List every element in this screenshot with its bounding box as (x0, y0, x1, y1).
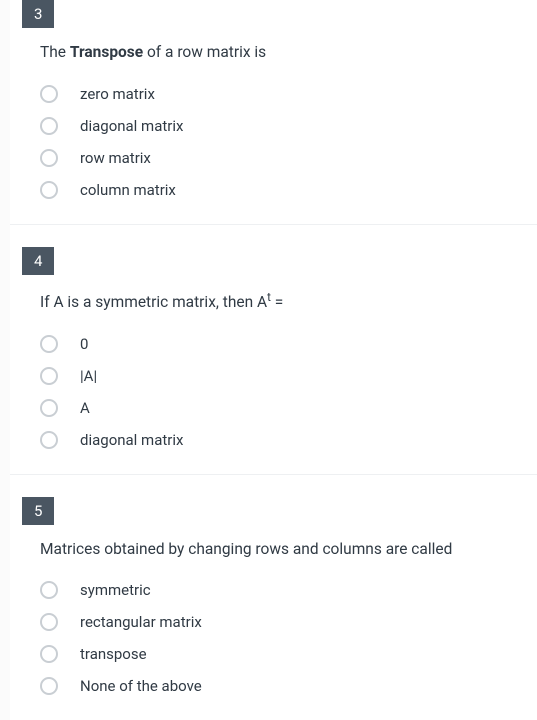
options-list: symmetric rectangular matrix transpose N… (40, 574, 537, 702)
option-label: transpose (80, 645, 147, 663)
option-label: 0 (80, 335, 88, 353)
option-row[interactable]: 0 (40, 328, 537, 360)
option-row[interactable]: column matrix (40, 174, 537, 206)
question-prompt: If A is a symmetric matrix, then At = (40, 289, 537, 314)
option-row[interactable]: None of the above (40, 670, 537, 702)
radio-icon[interactable] (40, 367, 58, 385)
question-number-badge: 4 (22, 247, 54, 275)
radio-icon[interactable] (40, 645, 58, 663)
option-row[interactable]: transpose (40, 638, 537, 670)
radio-icon[interactable] (40, 431, 58, 449)
radio-icon[interactable] (40, 581, 58, 599)
radio-icon[interactable] (40, 677, 58, 695)
option-row[interactable]: diagonal matrix (40, 110, 537, 142)
option-label: diagonal matrix (80, 117, 183, 135)
option-row[interactable]: rectangular matrix (40, 606, 537, 638)
option-label: None of the above (80, 677, 202, 695)
option-label: row matrix (80, 149, 151, 167)
question-number-badge: 5 (22, 497, 54, 525)
radio-icon[interactable] (40, 399, 58, 417)
radio-icon[interactable] (40, 181, 58, 199)
option-row[interactable]: symmetric (40, 574, 537, 606)
radio-icon[interactable] (40, 85, 58, 103)
options-list: 0 |A| A diagonal matrix (40, 328, 537, 456)
option-label: rectangular matrix (80, 613, 202, 631)
radio-icon[interactable] (40, 149, 58, 167)
question-block: 5 Matrices obtained by changing rows and… (10, 497, 537, 720)
option-row[interactable]: |A| (40, 360, 537, 392)
option-row[interactable]: A (40, 392, 537, 424)
option-row[interactable]: diagonal matrix (40, 424, 537, 456)
option-label: diagonal matrix (80, 431, 183, 449)
question-prompt: Matrices obtained by changing rows and c… (40, 539, 537, 561)
option-label: column matrix (80, 181, 176, 199)
option-row[interactable]: zero matrix (40, 78, 537, 110)
options-list: zero matrix diagonal matrix row matrix c… (40, 78, 537, 206)
question-prompt: The Transpose of a row matrix is (40, 42, 537, 64)
question-block: 3 The Transpose of a row matrix is zero … (10, 0, 537, 225)
option-label: A (80, 399, 90, 417)
radio-icon[interactable] (40, 335, 58, 353)
question-number-badge: 3 (22, 0, 54, 28)
question-block: 4 If A is a symmetric matrix, then At = … (10, 247, 537, 475)
option-label: zero matrix (80, 85, 155, 103)
option-row[interactable]: row matrix (40, 142, 537, 174)
option-label: |A| (80, 367, 97, 385)
radio-icon[interactable] (40, 613, 58, 631)
radio-icon[interactable] (40, 117, 58, 135)
quiz-page: 3 The Transpose of a row matrix is zero … (10, 0, 537, 720)
option-label: symmetric (80, 581, 151, 599)
